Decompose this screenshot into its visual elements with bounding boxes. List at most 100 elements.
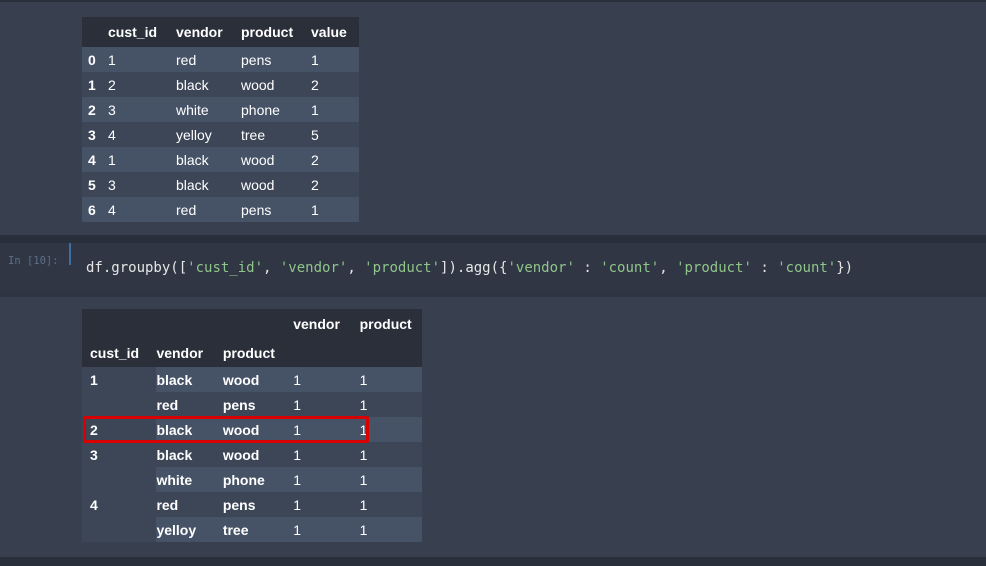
index-cust-id: 1 [82,367,157,392]
code-token: : [574,260,601,276]
cell-value: 2 [311,176,319,193]
index-vendor: red [156,496,179,513]
cell-cust-id: 2 [108,76,116,93]
table-row: 5 3 black wood 2 [82,172,359,197]
row-index: 2 [88,101,96,118]
code-string: 'count' [600,260,660,276]
table-row: red pens 1 1 [82,392,422,417]
cell-product: pens [241,51,272,68]
index-header [82,17,108,47]
cell-cust-id: 1 [108,51,116,68]
cell-vendor: red [176,51,197,68]
table-row: 3 black wood 1 1 [82,442,422,467]
empty-header [82,309,157,338]
index-product: pens [222,496,256,513]
cell-vendor: black [176,76,209,93]
table-row: yelloy tree 1 1 [82,517,422,542]
table-row: 6 4 red pens 1 [82,197,359,222]
code-string: 'vendor' [507,260,575,276]
index-product: wood [222,446,260,463]
code-token: , [347,260,365,276]
cell-vendor: black [176,151,209,168]
cell-value: 2 [311,76,319,93]
cell-product: wood [241,151,275,168]
top-separator [0,0,986,2]
code-string: 'product' [676,260,752,276]
cell-separator [0,292,986,297]
row-index: 1 [88,76,96,93]
index-vendor: black [156,371,193,388]
index-product: tree [222,521,249,538]
empty-header [360,338,422,367]
code-editor[interactable]: df.groupby(['cust_id', 'vendor', 'produc… [86,260,853,276]
column-header-vendor: vendor [176,17,241,47]
cell-product-count: 1 [359,521,368,538]
cell-vendor-count: 1 [293,521,302,538]
header-row: cust_id vendor product value [82,17,359,47]
table-row: 4 1 black wood 2 [82,147,359,172]
cell-vendor-count: 1 [293,471,302,488]
code-cell[interactable]: In [10]: df.groupby(['cust_id', 'vendor'… [0,243,986,292]
active-cell-indicator [69,243,71,265]
cell-product-count: 1 [359,471,368,488]
highlight-box [83,416,369,443]
row-index: 5 [88,176,96,193]
cell-value: 2 [311,151,319,168]
index-vendor: red [156,396,179,413]
table-row: 1 black wood 1 1 [82,367,422,392]
dataframe-output-1: cust_id vendor product value 0 1 red pen… [82,17,359,222]
index-name-product: product [222,344,275,361]
cell-product: wood [241,176,275,193]
index-vendor: black [156,446,193,463]
cell-cust-id: 3 [108,176,116,193]
index-product: phone [222,471,265,488]
cell-value: 1 [311,201,319,218]
cell-vendor: yelloy [176,126,212,143]
table-row: white phone 1 1 [82,467,422,492]
index-vendor: white [156,471,193,488]
column-header-vendor: vendor [293,315,340,332]
code-token: : [751,260,778,276]
code-string: 'count' [777,260,837,276]
index-cust-id [82,517,157,542]
row-index: 6 [88,201,96,218]
cell-vendor-count: 1 [293,371,302,388]
table-row: 4 red pens 1 1 [82,492,422,517]
cell-product: pens [241,201,272,218]
empty-header [223,309,293,338]
cell-value: 1 [311,51,319,68]
cell-value: 1 [311,101,319,118]
table-row: 0 1 red pens 1 [82,47,359,72]
index-cust-id [82,467,157,492]
index-product: pens [222,396,256,413]
bottom-separator [0,557,986,566]
code-string: 'cust_id' [187,260,264,276]
row-index: 0 [88,51,96,68]
cell-separator [0,235,986,243]
row-index: 4 [88,151,96,168]
code-token: , [263,260,280,276]
column-header-product: product [359,315,412,332]
cell-cust-id: 4 [108,201,116,218]
header-row-index-names: cust_id vendor product [82,338,422,367]
cell-product: wood [241,76,275,93]
code-token: ]).agg({ [440,260,508,276]
cell-vendor-count: 1 [293,446,302,463]
empty-header [156,309,222,338]
cell-cust-id: 3 [108,101,116,118]
index-cust-id [82,392,157,417]
table-row: 3 4 yelloy tree 5 [82,122,359,147]
table-row: 2 3 white phone 1 [82,97,359,122]
code-token: , [659,260,677,276]
cell-vendor-count: 1 [293,396,302,413]
column-header-product: product [241,17,311,47]
cell-product-count: 1 [359,446,368,463]
code-token: df.groupby([ [86,260,188,276]
header-row-columns: vendor product [82,309,422,338]
cell-product-count: 1 [359,496,368,513]
index-name-vendor: vendor [156,344,204,361]
cell-vendor: red [176,201,197,218]
cell-vendor: white [176,101,209,118]
cell-vendor-count: 1 [293,496,302,513]
row-index: 3 [88,126,96,143]
